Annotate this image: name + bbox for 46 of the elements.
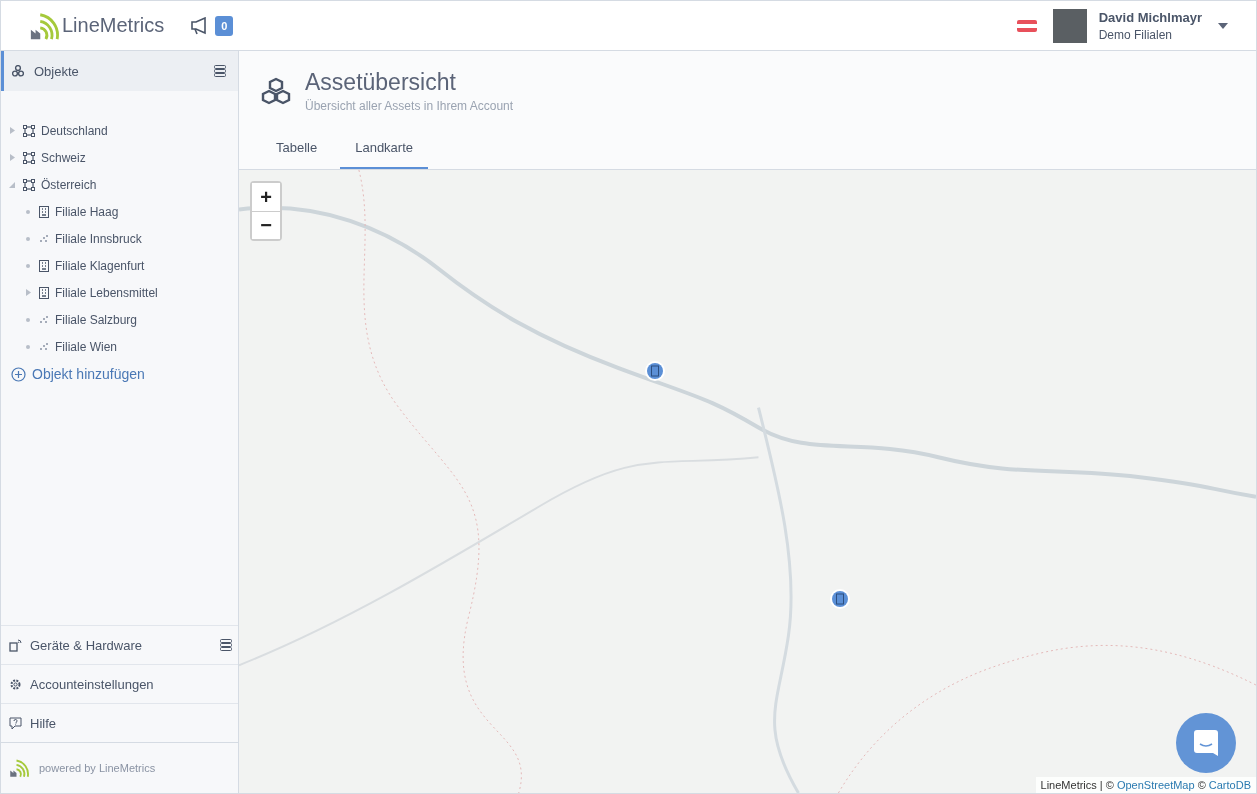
tree-item[interactable]: Filiale Wien — [55, 339, 117, 354]
tree-item[interactable]: Österreich — [41, 177, 97, 192]
tree-item[interactable]: Filiale Innsbruck — [55, 231, 142, 246]
region-icon — [23, 178, 35, 191]
building-marker-icon[interactable] — [829, 588, 851, 610]
tree-item[interactable]: Schweiz — [41, 150, 86, 165]
help-icon — [9, 716, 22, 730]
sidebar-section[interactable]: Objekte — [1, 51, 238, 91]
menu-icon[interactable] — [220, 639, 232, 651]
user-name: David Michlmayr — [1098, 9, 1202, 25]
notification-count: 0 — [215, 15, 234, 36]
page-subtitle: Übersicht aller Assets in Ihrem Account — [305, 99, 514, 113]
caret-icon[interactable] — [1218, 22, 1228, 29]
building-icon — [39, 259, 49, 272]
logo-icon — [9, 758, 29, 778]
tree-item[interactable]: Filiale Lebensmittel — [55, 285, 158, 300]
tree-item[interactable]: Filiale Salzburg — [55, 312, 138, 327]
account-name: Demo Filialen — [1098, 27, 1174, 42]
tree-item[interactable]: Filiale Haag — [55, 204, 119, 219]
devices-icon — [9, 638, 22, 652]
tree-item[interactable]: Filiale Klagenfurt — [55, 258, 145, 273]
attribution-link[interactable]: CartoDB — [1208, 779, 1251, 791]
tree-item[interactable]: Deutschland — [41, 123, 108, 138]
chat-icon — [1193, 729, 1219, 757]
building-icon — [39, 205, 49, 218]
building-marker-icon[interactable] — [644, 360, 666, 382]
dots-icon — [39, 314, 49, 325]
building-icon — [39, 286, 49, 299]
flag-icon[interactable] — [1016, 19, 1037, 32]
plus-circle-icon — [11, 366, 26, 382]
region-icon — [23, 151, 35, 164]
map-attribution: LineMetrics | © OpenStreetMap © CartoDB — [1035, 777, 1256, 793]
tab[interactable]: Tabelle — [261, 133, 333, 169]
menu-icon[interactable] — [214, 65, 226, 77]
dots-icon — [39, 341, 49, 352]
settings-icon — [9, 677, 22, 691]
dots-icon — [39, 233, 49, 244]
zoom-out-button[interactable]: − — [252, 211, 280, 239]
brand-name: LineMetrics — [62, 14, 165, 37]
page-title: Assetübersicht — [305, 69, 457, 96]
footer-text: powered by LineMetrics — [39, 762, 156, 774]
attribution-link[interactable]: OpenStreetMap — [1116, 779, 1195, 791]
add-object-button[interactable]: Objekt hinzufügen — [7, 360, 145, 382]
region-icon — [23, 124, 35, 137]
logo-icon — [29, 10, 59, 41]
avatar-placeholder — [1052, 8, 1087, 43]
